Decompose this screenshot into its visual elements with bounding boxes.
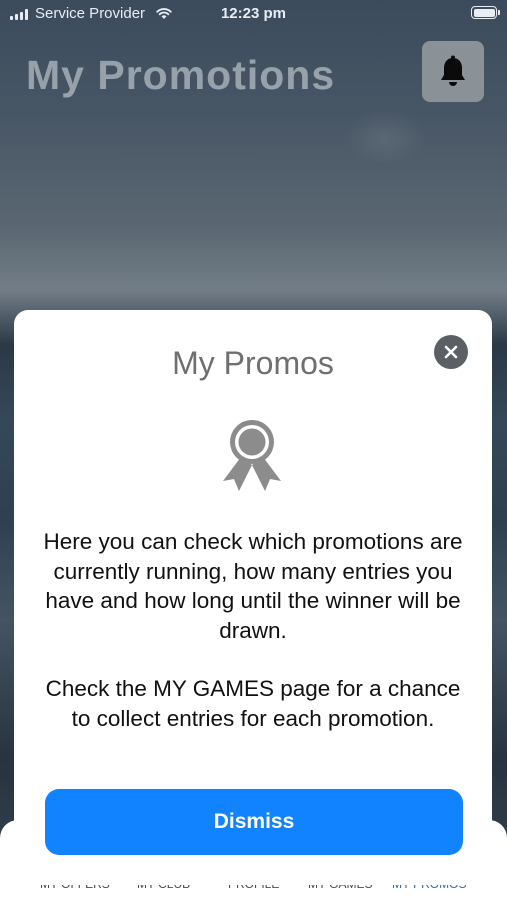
promos-info-modal: My Promos Here you can check which promo… xyxy=(14,310,492,885)
status-bar: Service Provider 12:23 pm xyxy=(0,0,507,28)
dismiss-button[interactable]: Dismiss xyxy=(45,789,463,855)
close-button[interactable] xyxy=(434,335,468,369)
award-ribbon-icon xyxy=(223,420,281,491)
modal-games-hint: Check the MY GAMES page for a chance to … xyxy=(45,676,461,731)
battery-icon xyxy=(471,6,500,19)
modal-description: Here you can check which promotions are … xyxy=(43,529,463,643)
bell-icon xyxy=(441,55,465,86)
status-time: 12:23 pm xyxy=(220,5,287,22)
notifications-button[interactable] xyxy=(422,41,484,102)
close-icon xyxy=(444,345,458,359)
page-title: My Promotions xyxy=(26,52,336,98)
modal-title: My Promos xyxy=(172,345,334,381)
